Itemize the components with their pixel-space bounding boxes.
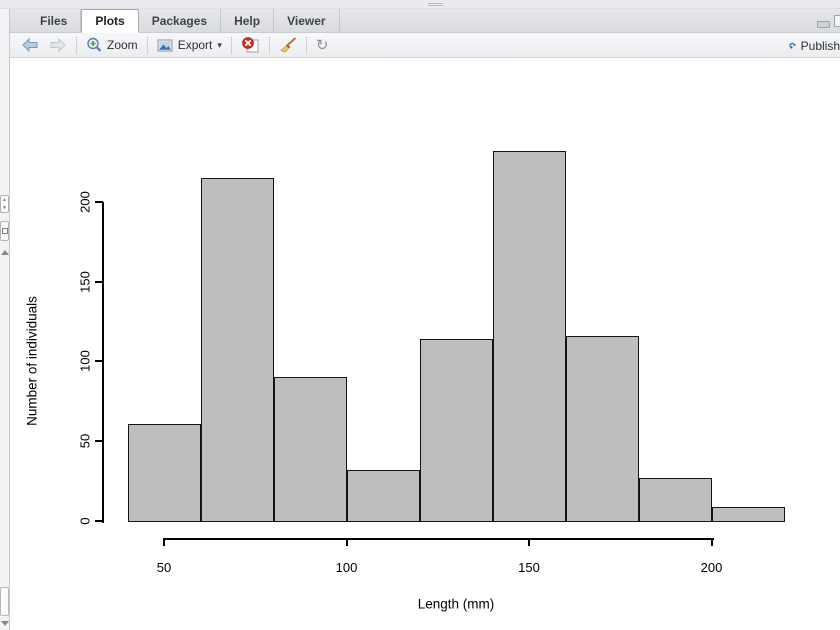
pane-tab-bar: Files Plots Packages Help Viewer	[10, 9, 840, 33]
back-arrow-icon	[22, 38, 38, 52]
tab-viewer[interactable]: Viewer	[274, 9, 340, 32]
toolbar-separator	[76, 36, 77, 54]
x-tick-label: 150	[518, 560, 540, 575]
histogram-bar	[346, 469, 420, 523]
histogram-bar	[200, 177, 274, 523]
tab-plots-label: Plots	[95, 14, 125, 28]
zoom-button-label: Zoom	[107, 38, 138, 52]
x-axis-line	[164, 538, 714, 540]
magnifier-plus-icon	[87, 37, 102, 52]
export-button-label: Export	[177, 38, 213, 52]
remove-plot-icon	[242, 37, 259, 53]
x-tick-label: 50	[156, 560, 172, 575]
histogram-bar	[711, 506, 785, 523]
broom-icon	[280, 37, 297, 53]
y-axis-title: Number of individuals	[24, 296, 40, 427]
spinner-arrows-icon[interactable]: ▲ ▼	[0, 195, 9, 213]
x-axis-tick	[163, 538, 165, 546]
x-tick-label: 200	[700, 560, 723, 575]
y-tick-label: 0	[77, 517, 93, 525]
histogram-bar	[638, 477, 712, 523]
tab-plots[interactable]: Plots	[81, 9, 139, 33]
y-axis-tick	[95, 280, 103, 283]
tab-files-label: Files	[40, 13, 68, 28]
plots-pane: Files Plots Packages Help Viewer Zoom Ex…	[10, 9, 840, 630]
y-axis-tick	[95, 360, 103, 363]
x-axis-tick	[345, 538, 348, 546]
forward-arrow-icon	[50, 38, 66, 52]
x-axis-tick	[528, 538, 530, 546]
minimize-pane-icon[interactable]	[817, 20, 830, 28]
restore-pane-icon[interactable]	[0, 221, 9, 241]
tab-viewer-label: Viewer	[287, 13, 326, 28]
scroll-up-icon[interactable]	[1, 250, 9, 255]
refresh-plot-button[interactable]: ↻	[311, 36, 334, 55]
toolbar-separator	[305, 36, 307, 54]
rstudio-plots-pane: ▲ ▼ Files Plots Packages Help Viewer Zoo…	[0, 0, 840, 630]
x-axis-title: Length (mm)	[417, 596, 495, 612]
forward-plot-button[interactable]	[44, 36, 72, 54]
histogram-bar	[273, 377, 347, 523]
tab-packages-label: Packages	[151, 13, 208, 28]
y-tick-label: 200	[77, 190, 93, 213]
histogram-bar	[127, 423, 201, 523]
toolbar-separator	[230, 36, 232, 54]
toolbar-separator	[268, 36, 270, 54]
tab-packages[interactable]: Packages	[139, 9, 222, 32]
x-axis-tick	[710, 538, 713, 546]
histogram-bar	[492, 150, 566, 523]
y-axis-tick	[95, 440, 103, 443]
y-axis-line	[102, 201, 104, 523]
y-tick-label: 150	[77, 270, 93, 293]
scrollbar-thumb[interactable]	[0, 587, 9, 616]
back-plot-button[interactable]	[16, 36, 44, 54]
tab-help-label: Help	[234, 13, 261, 28]
y-axis-tick	[95, 520, 103, 522]
tab-files[interactable]: Files	[27, 9, 82, 32]
plot-area: 0 50 100 150 200 50 100 150 200 Length (mm) Number…	[10, 58, 840, 630]
histogram-bar	[565, 335, 639, 523]
scroll-down-icon[interactable]	[1, 621, 9, 626]
tab-help[interactable]: Help	[221, 9, 275, 32]
refresh-icon: ↻	[315, 36, 329, 54]
pane-window-buttons	[817, 9, 840, 33]
y-axis-tick	[95, 200, 103, 203]
zoom-plot-button[interactable]: Zoom	[81, 35, 143, 55]
plots-toolbar: Zoom Export ▾ ↻ Publish	[10, 33, 840, 58]
toolbar-separator	[146, 36, 148, 54]
pane-splitter[interactable]	[0, 0, 840, 9]
publish-label: Publish	[800, 38, 840, 53]
chevron-down-icon: ▾	[217, 39, 222, 50]
remove-plot-button[interactable]	[236, 35, 265, 55]
splitter-drag-handle-icon[interactable]	[428, 2, 443, 7]
publish-button[interactable]: Publish	[788, 33, 840, 58]
export-plot-button[interactable]: Export ▾	[152, 36, 227, 54]
publish-icon	[789, 42, 796, 49]
y-tick-label: 100	[77, 350, 93, 373]
clear-all-plots-button[interactable]	[274, 35, 302, 55]
left-pane-edge: ▲ ▼	[0, 9, 10, 630]
x-tick-label: 100	[335, 560, 358, 575]
histogram-bar	[419, 339, 493, 523]
y-tick-label: 50	[77, 433, 93, 449]
export-image-icon	[157, 39, 173, 52]
maximize-pane-icon[interactable]	[834, 15, 840, 27]
